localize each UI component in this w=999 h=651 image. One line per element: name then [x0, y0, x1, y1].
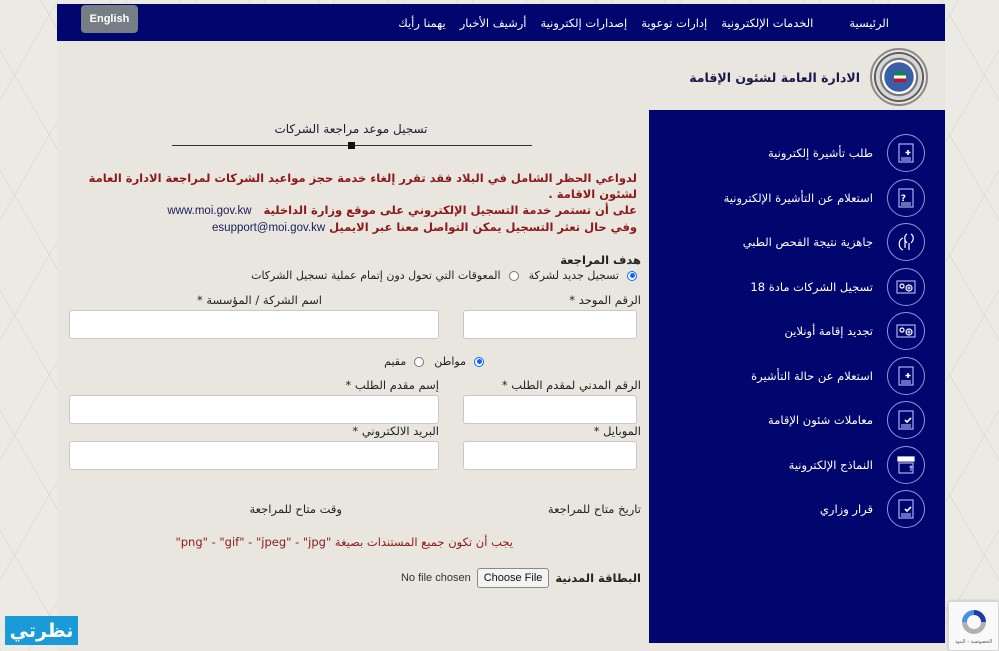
email-input[interactable] — [69, 441, 439, 470]
sidebar-item-label: قرار وزاري — [819, 502, 873, 517]
mobile-input[interactable] — [463, 441, 637, 470]
recaptcha-icon — [961, 610, 986, 634]
choose-file-button[interactable]: Choose File — [476, 568, 550, 588]
sidebar-item-online-residency-renewal[interactable]: تجديد إقامة أونلاين — [649, 309, 945, 354]
recaptcha-caption[interactable]: الخصوصية - البنود — [955, 639, 992, 645]
sidebar-item-label: طلب تأشيرة إلكترونية — [768, 146, 873, 161]
document-plus-icon — [887, 134, 925, 173]
company-name-label: اسم الشركة / المؤسسة * — [196, 293, 322, 307]
civil-id-label: الرقم المدني لمقدم الطلب * — [501, 378, 641, 392]
nav-item-feedback[interactable]: يهمنا رأيك — [398, 16, 445, 30]
brand-title: الادارة العامة لشئون الإقامة — [689, 69, 860, 85]
card-gear-icon — [887, 267, 925, 306]
notice-line-1: لدواعي الحظر الشامل في البلاد فقد تقرر إ… — [88, 171, 637, 201]
registration-form: تسجيل موعد مراجعة الشركات لدواعي الحظر ا… — [57, 110, 649, 650]
sidebar-item-e-forms[interactable]: النماذج الإلكترونية — [649, 443, 945, 488]
nav-item-home[interactable]: الرئيسية — [849, 16, 889, 30]
nav-item-e-publications[interactable]: إصدارات إلكترونية — [541, 16, 628, 30]
document-check-icon — [887, 490, 925, 529]
sidebar-item-label: جاهزية نتيجة الفحص الطبي — [742, 235, 873, 250]
email-label: البريد الالكتروني * — [352, 424, 439, 438]
services-sidebar: طلب تأشيرة إلكترونية ? استعلام عن التأشي… — [649, 110, 945, 643]
nav-item-awareness[interactable]: إدارات توعوية — [641, 16, 707, 30]
sidebar-item-evisa-inquiry[interactable]: ? استعلام عن التأشيرة الإلكترونية — [649, 176, 945, 221]
citizen-label: مواطن — [434, 355, 466, 368]
unified-number-label: الرقم الموحد * — [569, 293, 641, 307]
purpose-new-registration-label: تسجيل جديد لشركة — [528, 269, 619, 282]
sidebar-item-ministerial-decision[interactable]: قرار وزاري — [649, 487, 945, 532]
notice-line-3: وفي حال تعثر التسجيل يمكن التواصل معنا ع… — [329, 220, 637, 234]
eforms-icon — [887, 445, 925, 484]
sidebar-item-label: معاملات شئون الإقامة — [768, 413, 873, 428]
sidebar-item-visa-status-inquiry[interactable]: استعلام عن حالة التأشيرة — [649, 354, 945, 399]
purpose-obstacles-label: المعوقات التي تحول دون إتمام عملية تسجيل… — [251, 269, 501, 282]
nazrati-watermark-logo: نظرتي — [5, 616, 78, 645]
unified-number-input[interactable] — [463, 310, 637, 339]
recaptcha-badge[interactable]: الخصوصية - البنود — [948, 601, 999, 651]
sidebar-item-company-registration-18[interactable]: تسجيل الشركات مادة 18 — [649, 265, 945, 310]
nav-item-news-archive[interactable]: أرشيف الأخبار — [460, 16, 527, 30]
sidebar-item-label: تجديد إقامة أونلاين — [784, 324, 874, 339]
support-email-link[interactable]: esupport@moi.gov.kw — [212, 222, 325, 234]
stethoscope-icon — [887, 223, 925, 262]
purpose-label: هدف المراجعة — [560, 253, 641, 267]
sidebar-item-label: استعلام عن حالة التأشيرة — [751, 368, 873, 383]
applicant-name-input[interactable] — [69, 395, 439, 424]
top-navigation: الرئيسية الخدمات الإلكترونية إدارات توعو… — [57, 4, 945, 41]
purpose-new-registration-radio[interactable] — [627, 270, 637, 281]
title-divider — [172, 142, 532, 149]
brand-header: الادارة العامة لشئون الإقامة — [689, 46, 928, 108]
no-file-chosen-text: No file chosen — [400, 572, 471, 584]
sidebar-item-medical-result[interactable]: جاهزية نتيجة الفحص الطبي — [649, 220, 945, 265]
applicant-name-label: إسم مقدم الطلب * — [345, 378, 439, 392]
svg-text:?: ? — [901, 194, 906, 204]
nav-item-e-services[interactable]: الخدمات الإلكترونية — [721, 16, 813, 30]
available-time-label: وقت متاح للمراجعة — [249, 502, 342, 516]
document-question-icon: ? — [887, 178, 925, 217]
resident-label: مقيم — [384, 355, 407, 368]
resident-radio[interactable] — [414, 356, 425, 367]
civil-id-input[interactable] — [463, 395, 637, 424]
mobile-label: الموبايل * — [593, 424, 641, 438]
sidebar-item-label: تسجيل الشركات مادة 18 — [750, 279, 873, 294]
sidebar-item-request-evisa[interactable]: طلب تأشيرة إلكترونية — [649, 131, 945, 176]
card-gear-icon — [887, 312, 925, 351]
english-language-button[interactable]: English — [81, 5, 138, 33]
purpose-options: تسجيل جديد لشركة المعوقات التي تحول دون … — [251, 269, 637, 282]
sidebar-item-residency-transactions[interactable]: معاملات شئون الإقامة — [649, 398, 945, 443]
sidebar-item-label: استعلام عن التأشيرة الإلكترونية — [723, 190, 873, 205]
covid-notice: لدواعي الحظر الشامل في البلاد فقد تقرر إ… — [77, 170, 637, 236]
document-check-icon — [887, 401, 925, 440]
sidebar-item-label: النماذج الإلكترونية — [788, 457, 873, 472]
purpose-obstacles-radio[interactable] — [508, 270, 519, 281]
notice-line-2: على أن تستمر خدمة التسجيل الإلكتروني على… — [263, 203, 637, 217]
applicant-type-options: مواطن مقيم — [384, 355, 484, 368]
ministry-logo — [870, 48, 928, 106]
page-container: الرئيسية الخدمات الإلكترونية إدارات توعو… — [57, 4, 945, 651]
moi-website-link[interactable]: www.moi.gov.kw — [167, 205, 251, 217]
document-plus-icon — [887, 356, 925, 395]
citizen-radio[interactable] — [474, 356, 484, 367]
civil-card-upload: البطاقة المدنية Choose File No file chos… — [401, 568, 641, 588]
file-formats-notice: يجب أن تكون جميع المستندات بصيغة "png" -… — [175, 535, 513, 549]
civil-card-label: البطاقة المدنية — [555, 571, 641, 585]
available-date-label: تاريخ متاح للمراجعة — [547, 502, 641, 516]
form-title: تسجيل موعد مراجعة الشركات — [274, 122, 428, 136]
nav-menu: الرئيسية الخدمات الإلكترونية إدارات توعو… — [398, 4, 889, 41]
company-name-input[interactable] — [69, 310, 439, 339]
